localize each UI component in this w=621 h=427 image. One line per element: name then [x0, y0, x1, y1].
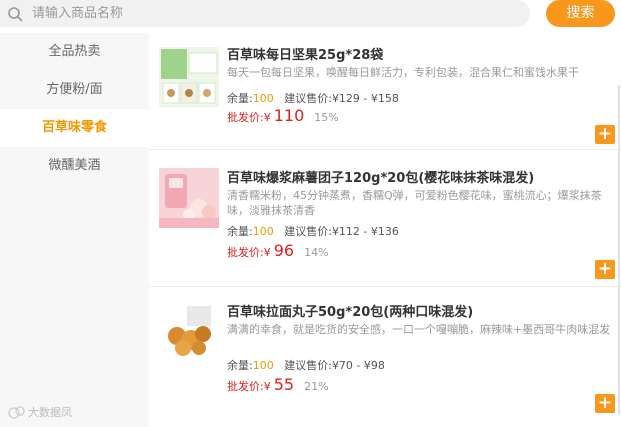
product-description: 清香糯米粉，45分钟蒸煮，香糯Q弹，可爱粉色樱花味，蜜桃流心；爆浆抹茶味，淡雅抹…: [227, 189, 602, 217]
stock-value: 100: [252, 225, 274, 238]
currency-symbol: ¥: [263, 380, 271, 393]
wholesale-price: 批发价: ¥ 55 21%: [227, 375, 329, 394]
product-image[interactable]: [159, 168, 219, 228]
wholesale-label: 批发价:: [227, 246, 264, 259]
suggest-price-label: 建议售价:: [284, 359, 332, 372]
product-name[interactable]: 百草味拉面丸子50g*20包(两种口味混发): [227, 301, 473, 320]
stock-label: 余量:: [227, 359, 253, 372]
product-image[interactable]: [159, 302, 219, 362]
discount-value: 21%: [304, 380, 329, 393]
search-input[interactable]: [32, 6, 492, 21]
suggest-price-value: ¥112 - ¥136: [331, 225, 399, 238]
product-name[interactable]: 百草味每日坚果25g*28袋: [227, 44, 383, 63]
price-value: 96: [273, 241, 295, 260]
product-name[interactable]: 百草味爆浆麻薯团子120g*20包(樱花味抹茶味混发): [227, 167, 534, 186]
product-image[interactable]: [159, 47, 219, 107]
add-to-cart-button[interactable]: +: [595, 125, 615, 144]
product-item[interactable]: 百草味每日坚果25g*28袋 每天一包每日坚果，唤醒每日鲜活力，专利包装，混合果…: [149, 33, 621, 150]
wholesale-label: 批发价:: [227, 111, 264, 124]
product-description: 每天一包每日坚果，唤醒每日鲜活力，专利包装，混合果仁和蜜饯水果干: [227, 66, 579, 79]
top-bar: 搜索: [0, 0, 621, 33]
scrollbar[interactable]: [618, 85, 620, 415]
product-meta: 余量:100 建议售价:¥70 - ¥98: [227, 357, 385, 373]
discount-value: 14%: [304, 246, 329, 259]
suggest-price-label: 建议售价:: [284, 92, 332, 105]
search-button[interactable]: 搜索: [546, 0, 615, 27]
currency-symbol: ¥: [263, 246, 271, 259]
stock-value: 100: [252, 92, 274, 105]
wholesale-label: 批发价:: [227, 380, 264, 393]
sidebar-item-wine[interactable]: 微醺美酒: [0, 147, 149, 185]
suggest-price-label: 建议售价:: [284, 225, 332, 238]
category-sidebar: 全品热卖 方便粉/面 百草味零食 微醺美酒: [0, 33, 149, 427]
wholesale-price: 批发价: ¥ 96 14%: [227, 241, 329, 260]
discount-value: 15%: [314, 111, 339, 124]
stock-label: 余量:: [227, 225, 253, 238]
search-icon: [8, 6, 23, 21]
product-meta: 余量:100 建议售价:¥112 - ¥136: [227, 223, 399, 239]
suggest-price-value: ¥129 - ¥158: [331, 92, 399, 105]
sidebar-item-snacks[interactable]: 百草味零食: [0, 109, 149, 147]
sidebar-item-instant-noodles[interactable]: 方便粉/面: [0, 71, 149, 109]
product-item[interactable]: 百草味拉面丸子50g*20包(两种口味混发) 满满的幸食，就是吃货的安全感，一口…: [149, 288, 621, 427]
add-to-cart-button[interactable]: +: [595, 394, 615, 413]
suggest-price-value: ¥70 - ¥98: [331, 359, 385, 372]
watermark-logo-icon: [8, 406, 25, 419]
currency-symbol: ¥: [263, 111, 271, 124]
price-value: 110: [273, 106, 305, 125]
stock-value: 100: [252, 359, 274, 372]
watermark-text: 大数据凤: [28, 406, 72, 419]
product-list: 百草味每日坚果25g*28袋 每天一包每日坚果，唤醒每日鲜活力，专利包装，混合果…: [149, 33, 621, 427]
product-description: 满满的幸食，就是吃货的安全感，一口一个嘎嘣脆，麻辣味+墨西哥牛肉味混发: [227, 323, 611, 336]
sidebar-item-hot-sale[interactable]: 全品热卖: [0, 33, 149, 71]
product-item[interactable]: 百草味爆浆麻薯团子120g*20包(樱花味抹茶味混发) 清香糯米粉，45分钟蒸煮…: [149, 154, 621, 287]
wholesale-price: 批发价: ¥ 110 15%: [227, 106, 339, 125]
watermark: 大数据凤: [8, 404, 72, 420]
price-value: 55: [273, 375, 295, 394]
search-box[interactable]: [0, 0, 530, 27]
product-meta: 余量:100 建议售价:¥129 - ¥158: [227, 90, 399, 106]
add-to-cart-button[interactable]: +: [595, 260, 615, 279]
stock-label: 余量:: [227, 92, 253, 105]
